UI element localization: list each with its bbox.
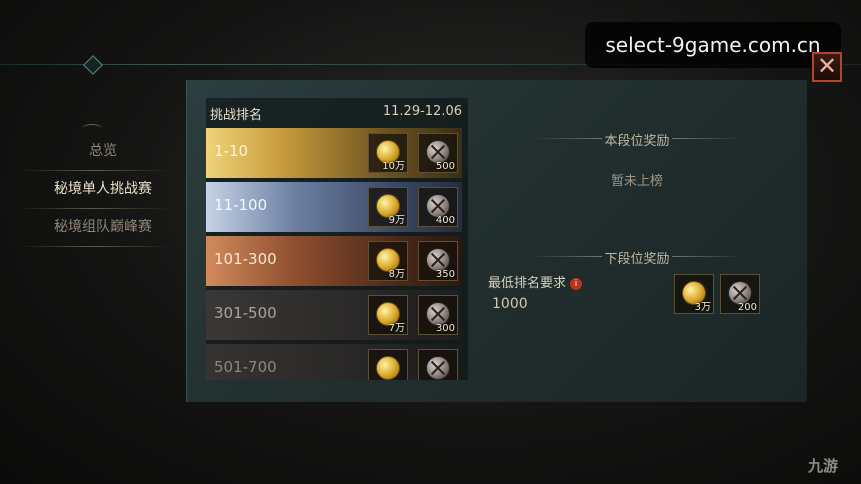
sidebar-divider	[18, 208, 170, 209]
coin-reward[interactable]: 10万	[368, 133, 408, 173]
requirement-row: 最低排名要求 i	[488, 272, 583, 291]
ranking-title: 挑战排名	[210, 108, 263, 123]
reward-count: 10万	[382, 161, 405, 172]
requirement-value: 1000	[492, 296, 528, 312]
corner-logo: 九游	[808, 457, 839, 475]
rank-row[interactable]: 1-10 10万 500	[206, 128, 462, 178]
orb-reward[interactable]: 350	[418, 241, 458, 281]
watermark: select-9game.com.cn	[585, 22, 841, 68]
orb-reward[interactable]: 200	[720, 274, 760, 314]
orb-reward[interactable]: 400	[418, 187, 458, 227]
reward-count: 7万	[388, 323, 405, 334]
reward-count: 500	[435, 161, 455, 172]
current-tier-status: 暂未上榜	[610, 174, 663, 189]
rank-row[interactable]: 301-500 7万 300	[206, 290, 462, 340]
current-tier-title: 本段位奖励	[604, 134, 670, 149]
next-tier-header: 下段位奖励	[482, 248, 792, 267]
rank-range: 11-100	[214, 196, 268, 214]
rank-row[interactable]: 101-300 8万 350	[206, 236, 462, 286]
close-button[interactable]: ✕	[812, 52, 842, 82]
ranking-date-range: 11.29-12.06	[382, 104, 462, 119]
tier-rewards: 本段位奖励 暂未上榜 下段位奖励 最低排名要求 i 1000 3万 200	[482, 122, 792, 382]
rank-range: 101-300	[214, 250, 277, 268]
rank-range: 1-10	[214, 142, 249, 160]
current-tier-header: 本段位奖励	[482, 130, 792, 149]
sidebar-ornament	[82, 124, 102, 133]
rank-range: 501-700	[214, 358, 277, 376]
next-tier-title: 下段位奖励	[604, 252, 670, 267]
coin-reward[interactable]: 3万	[674, 274, 714, 314]
reward-count: 9万	[388, 215, 405, 226]
coin-reward[interactable]: 8万	[368, 241, 408, 281]
sidebar: 总览 秘境单人挑战赛 秘境组队巅峰赛	[0, 70, 186, 415]
sidebar-item-team-peak[interactable]: 秘境组队巅峰赛	[28, 210, 178, 244]
sidebar-item-overview[interactable]: 总览	[28, 134, 178, 168]
rank-row[interactable]: 11-100 9万 400	[206, 182, 462, 232]
reward-count: 3万	[694, 302, 711, 313]
sidebar-divider	[18, 246, 170, 247]
sidebar-item-solo-challenge[interactable]: 秘境单人挑战赛	[28, 172, 178, 206]
reward-count: 300	[435, 323, 455, 334]
rank-row[interactable]: 501-700	[206, 344, 462, 380]
ranking-list[interactable]: 挑战排名 11.29-12.06 1-10 10万 500 11-100 9万 …	[206, 98, 468, 380]
reward-count: 8万	[388, 269, 405, 280]
reward-count: 400	[435, 215, 455, 226]
orb-reward[interactable]: 300	[418, 295, 458, 335]
orb-reward[interactable]: 500	[418, 133, 458, 173]
info-icon[interactable]: i	[570, 277, 583, 290]
coin-reward[interactable]	[368, 349, 408, 380]
reward-count: 350	[435, 269, 455, 280]
requirement-label: 最低排名要求	[488, 276, 567, 291]
orb-reward[interactable]	[418, 349, 458, 380]
rank-range: 301-500	[214, 304, 277, 322]
gold-coin-icon	[376, 356, 400, 380]
sidebar-divider	[18, 170, 170, 171]
ranking-header: 挑战排名 11.29-12.06	[206, 98, 468, 128]
coin-reward[interactable]: 9万	[368, 187, 408, 227]
reward-count: 200	[737, 302, 757, 313]
coin-reward[interactable]: 7万	[368, 295, 408, 335]
crossed-orb-icon	[426, 356, 450, 380]
